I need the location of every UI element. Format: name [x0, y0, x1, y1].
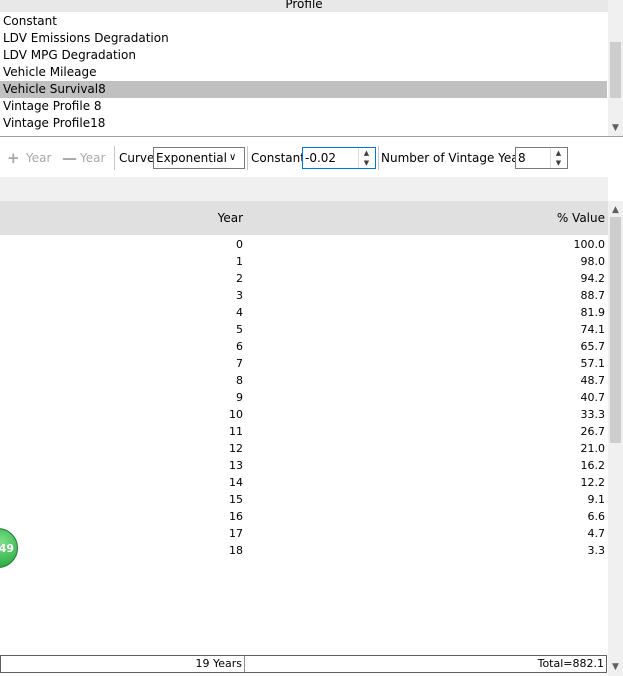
profile-column-header[interactable]: Profile: [0, 0, 608, 12]
plus-icon: +: [7, 149, 20, 167]
year-cell[interactable]: 7: [0, 355, 243, 372]
year-cell[interactable]: 17: [0, 525, 243, 542]
profile-item-constant[interactable]: Constant: [0, 13, 607, 30]
divider: [0, 136, 623, 137]
scroll-down-arrow-icon[interactable]: ▼: [608, 122, 623, 134]
table-scroll-thumb[interactable]: [610, 217, 621, 443]
value-cell[interactable]: 3.3: [300, 542, 606, 559]
year-cell[interactable]: 3: [0, 287, 243, 304]
spin-down-icon[interactable]: ▼: [359, 158, 374, 168]
value-cell[interactable]: 40.7: [300, 389, 606, 406]
table-spacer: [0, 177, 608, 201]
value-column-header[interactable]: % Value: [300, 201, 605, 235]
value-cell[interactable]: 81.9: [300, 304, 606, 321]
constant-label: Constant:: [251, 151, 309, 165]
table-row[interactable]: 18 3.3: [0, 542, 608, 559]
value-cell[interactable]: 94.2: [300, 270, 606, 287]
table-row[interactable]: 6 65.7: [0, 338, 608, 355]
year-cell[interactable]: 10: [0, 406, 243, 423]
value-cell[interactable]: 98.0: [300, 253, 606, 270]
table-row[interactable]: 12 21.0: [0, 440, 608, 457]
year-cell[interactable]: 9: [0, 389, 243, 406]
table-row[interactable]: 13 16.2: [0, 457, 608, 474]
value-cell[interactable]: 26.7: [300, 423, 606, 440]
table-row[interactable]: 7 57.1: [0, 355, 608, 372]
value-cell[interactable]: 6.6: [300, 508, 606, 525]
table-row[interactable]: 10 33.3: [0, 406, 608, 423]
value-cell[interactable]: 88.7: [300, 287, 606, 304]
spin-up-icon[interactable]: ▲: [359, 148, 374, 158]
year-cell[interactable]: 15: [0, 491, 243, 508]
year-cell[interactable]: 4: [0, 304, 243, 321]
vintage-years-input-value: 8: [518, 151, 526, 165]
year-cell[interactable]: 2: [0, 270, 243, 287]
table-row[interactable]: 3 88.7: [0, 287, 608, 304]
year-cell[interactable]: 6: [0, 338, 243, 355]
remove-year-button[interactable]: Year: [80, 150, 105, 166]
table-row[interactable]: 11 26.7: [0, 423, 608, 440]
year-cell[interactable]: 1: [0, 253, 243, 270]
profile-item-vehicle-mileage[interactable]: Vehicle Mileage: [0, 64, 607, 81]
value-cell[interactable]: 16.2: [300, 457, 606, 474]
value-cell[interactable]: 21.0: [300, 440, 606, 457]
footer-separator: [244, 656, 245, 672]
year-cell[interactable]: 14: [0, 474, 243, 491]
footer-years: 19 Years: [195, 657, 242, 670]
table-row[interactable]: 0 100.0: [0, 236, 608, 253]
vintage-years-label: Number of Vintage Years:: [381, 151, 534, 165]
year-cell[interactable]: 8: [0, 372, 243, 389]
table-row[interactable]: 1 98.0: [0, 253, 608, 270]
constant-input-value: -0.02: [305, 151, 337, 165]
table-row[interactable]: 15 9.1: [0, 491, 608, 508]
year-cell[interactable]: 13: [0, 457, 243, 474]
profile-item-vintage-profile-8[interactable]: Vintage Profile 8: [0, 98, 607, 115]
table-row[interactable]: 5 74.1: [0, 321, 608, 338]
table-row[interactable]: 14 12.2: [0, 474, 608, 491]
value-cell[interactable]: 48.7: [300, 372, 606, 389]
add-year-button[interactable]: Year: [26, 150, 51, 166]
year-cell[interactable]: 5: [0, 321, 243, 338]
profile-list-scroll-thumb[interactable]: [610, 42, 621, 98]
year-cell[interactable]: 16: [0, 508, 243, 525]
chevron-down-icon[interactable]: ∨: [229, 150, 236, 166]
table-row[interactable]: 8 48.7: [0, 372, 608, 389]
spin-up-icon[interactable]: ▲: [551, 148, 566, 158]
year-cell[interactable]: 0: [0, 236, 243, 253]
table-row[interactable]: 2 94.2: [0, 270, 608, 287]
scroll-down-arrow-icon[interactable]: ▼: [608, 661, 623, 673]
toolbar-separator: [378, 146, 379, 170]
curve-select-value: Exponential: [156, 151, 227, 165]
year-cell[interactable]: 11: [0, 423, 243, 440]
profile-item-vintage-profile18[interactable]: Vintage Profile18: [0, 115, 607, 132]
scroll-up-arrow-icon[interactable]: ▲: [608, 204, 623, 216]
profile-list[interactable]: Profile Constant LDV Emissions Degradati…: [0, 0, 623, 136]
value-cell[interactable]: 65.7: [300, 338, 606, 355]
value-cell[interactable]: 57.1: [300, 355, 606, 372]
toolbar-separator: [247, 146, 248, 170]
table-row[interactable]: 4 81.9: [0, 304, 608, 321]
value-cell[interactable]: 100.0: [300, 236, 606, 253]
vintage-years-spinner[interactable]: ▲ ▼: [550, 148, 566, 168]
footer-total: Total=882.1: [537, 657, 604, 670]
profile-item-vehicle-survival8[interactable]: Vehicle Survival8: [0, 81, 607, 98]
minus-icon: —: [62, 149, 77, 167]
table-row[interactable]: 17 4.7: [0, 525, 608, 542]
year-cell[interactable]: 12: [0, 440, 243, 457]
value-cell[interactable]: 4.7: [300, 525, 606, 542]
value-cell[interactable]: 9.1: [300, 491, 606, 508]
spin-down-icon[interactable]: ▼: [551, 158, 566, 168]
year-cell[interactable]: 18: [0, 542, 243, 559]
year-column-header[interactable]: Year: [0, 201, 243, 235]
table-row[interactable]: 9 40.7: [0, 389, 608, 406]
table-row[interactable]: 16 6.6: [0, 508, 608, 525]
value-cell[interactable]: 12.2: [300, 474, 606, 491]
value-cell[interactable]: 74.1: [300, 321, 606, 338]
constant-spinner[interactable]: ▲ ▼: [358, 148, 374, 168]
value-cell[interactable]: 33.3: [300, 406, 606, 423]
profile-item-ldv-mpg-degradation[interactable]: LDV MPG Degradation: [0, 47, 607, 64]
profile-item-ldv-emissions-degradation[interactable]: LDV Emissions Degradation: [0, 30, 607, 47]
toolbar-separator: [114, 146, 115, 170]
